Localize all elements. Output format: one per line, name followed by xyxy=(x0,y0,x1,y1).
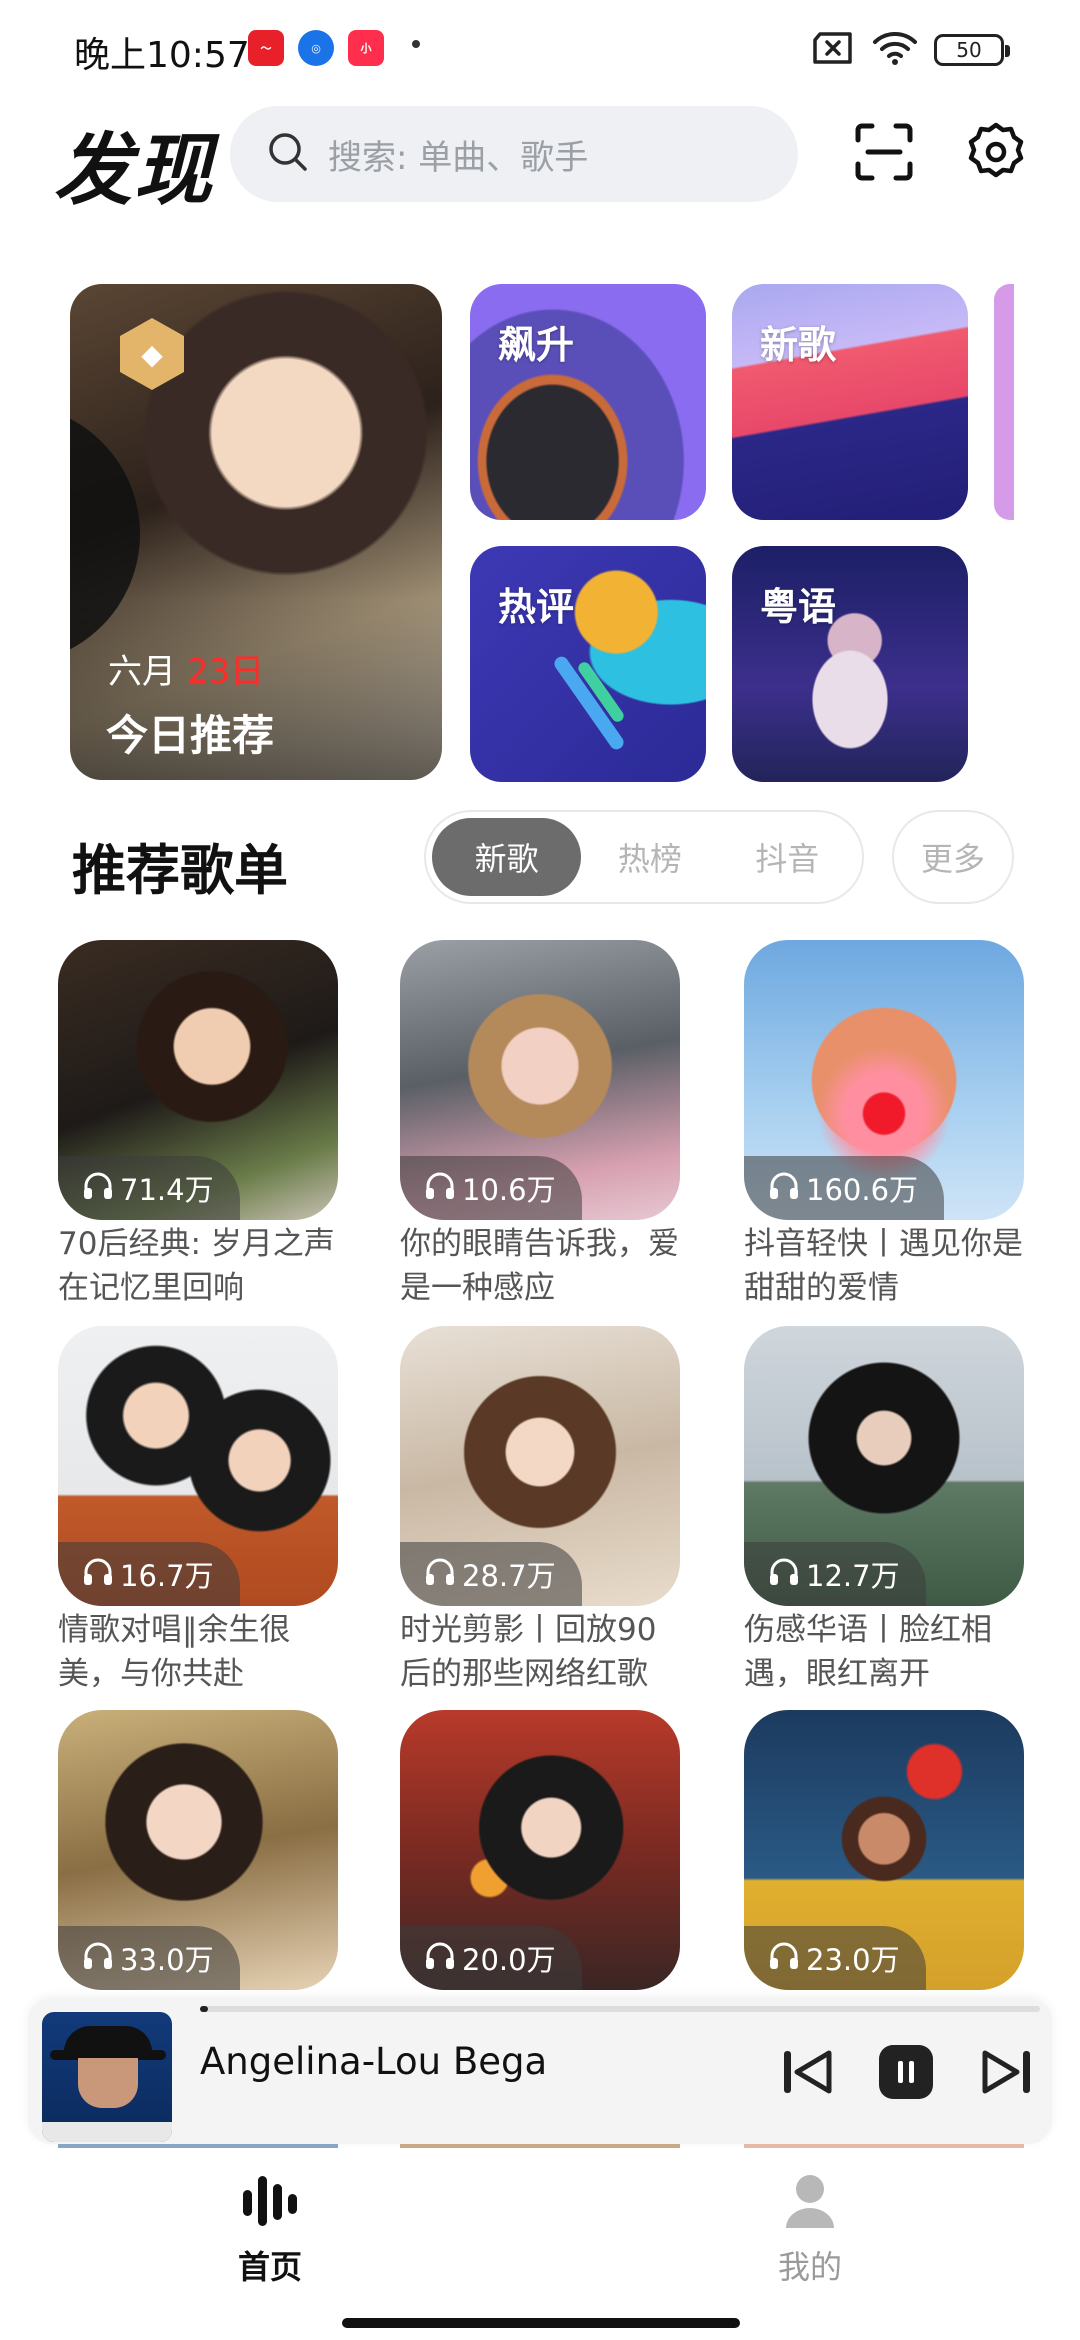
nav-home[interactable]: 首页 xyxy=(190,2172,350,2288)
tab-hot-list[interactable]: 热榜 xyxy=(581,818,718,896)
section-title: 推荐歌单 xyxy=(72,839,288,902)
playlist-cover: 23.0万 xyxy=(744,1710,1024,1990)
scan-button[interactable] xyxy=(848,118,920,190)
playlist-card[interactable]: 71.4万 70后经典: 岁月之声在记忆里回响 xyxy=(58,940,338,1310)
more-notifications-dot xyxy=(412,40,420,48)
more-button[interactable]: 更多 xyxy=(892,810,1014,904)
search-input[interactable]: 搜索: 单曲、歌手 xyxy=(230,106,798,202)
home-equalizer-icon xyxy=(239,2172,301,2234)
headphones-icon xyxy=(424,1556,456,1593)
browser-notification-icon: ◎ xyxy=(298,30,334,66)
play-count: 10.6万 xyxy=(400,1156,582,1220)
music-app-notification-icon: 〜 xyxy=(248,30,284,66)
play-count: 16.7万 xyxy=(58,1542,240,1606)
headphones-icon xyxy=(768,1940,800,1977)
nav-mine-label: 我的 xyxy=(777,2248,842,2286)
previous-button[interactable] xyxy=(778,2044,838,2104)
playlist-cover: 20.0万 xyxy=(400,1710,680,1990)
pause-button[interactable] xyxy=(876,2044,936,2104)
headphones-icon xyxy=(82,1556,114,1593)
page-title: 发现 xyxy=(54,126,215,216)
tab-new-songs[interactable]: 新歌 xyxy=(432,818,582,896)
new-songs-tile[interactable]: 新歌 xyxy=(732,284,968,520)
playlist-title: 伤感华语丨脸红相遇，眼红离开 xyxy=(744,1612,992,1692)
headphones-icon xyxy=(424,1170,456,1207)
daily-recommendation-tile[interactable]: ◆ 六月 23日 今日推荐 xyxy=(70,284,442,780)
playlist-cover: 28.7万 xyxy=(400,1326,680,1606)
pause-icon xyxy=(877,2043,935,2105)
headphones-icon xyxy=(768,1556,800,1593)
nav-mine[interactable]: 我的 xyxy=(730,2172,890,2288)
play-count: 28.7万 xyxy=(400,1542,582,1606)
status-bar: 晚上10:57 〜 ◎ 小 50 xyxy=(0,0,1080,96)
next-button[interactable] xyxy=(976,2044,1036,2104)
skip-previous-icon xyxy=(781,2047,835,2101)
cantonese-tile[interactable]: 粤语 xyxy=(732,546,968,782)
playlist-cover: 10.6万 xyxy=(400,940,680,1220)
scan-icon xyxy=(854,122,914,186)
play-count: 160.6万 xyxy=(744,1156,945,1220)
mini-player[interactable]: Angelina-Lou Bega xyxy=(28,1998,1052,2144)
more-tile-peek[interactable] xyxy=(994,284,1014,520)
playlist-title: 你的眼睛告诉我，爱是一种感应 xyxy=(400,1226,679,1306)
playlist-card[interactable]: 10.6万 你的眼睛告诉我，爱是一种感应 xyxy=(400,940,680,1310)
playlist-card[interactable]: 20.0万 xyxy=(400,1710,680,1990)
playlist-card[interactable]: 12.7万 伤感华语丨脸红相遇，眼红离开 xyxy=(744,1326,1024,1696)
play-count: 23.0万 xyxy=(744,1926,926,1990)
headphones-icon xyxy=(424,1940,456,1977)
playback-progress-fill xyxy=(200,2006,209,2012)
playlist-cover: 160.6万 xyxy=(744,940,1024,1220)
playback-progress[interactable] xyxy=(200,2006,1040,2012)
playlist-card[interactable]: 33.0万 xyxy=(58,1710,338,1990)
tab-douyin[interactable]: 抖音 xyxy=(719,818,856,896)
profile-icon xyxy=(782,2172,838,2234)
playlist-title: 抖音轻快丨遇见你是甜甜的爱情 xyxy=(744,1226,1023,1306)
playlist-cover: 16.7万 xyxy=(58,1326,338,1606)
rising-chart-tile[interactable]: 飙升 xyxy=(470,284,706,520)
headphones-icon xyxy=(82,1940,114,1977)
discovery-tiles: ◆ 六月 23日 今日推荐 飙升 新歌 热评 粤语 xyxy=(0,284,1080,784)
settings-button[interactable] xyxy=(960,118,1032,190)
play-count: 33.0万 xyxy=(58,1926,240,1990)
playlist-card[interactable]: 16.7万 情歌对唱‖余生很美，与你共赴 xyxy=(58,1326,338,1696)
playlist-card[interactable]: 28.7万 时光剪影丨回放90后的那些网络红歌 xyxy=(400,1326,680,1696)
playlist-title: 70后经典: 岁月之声在记忆里回响 xyxy=(58,1226,335,1306)
status-time: 晚上10:57 xyxy=(74,35,250,76)
search-icon xyxy=(266,130,310,178)
hot-comments-tile[interactable]: 热评 xyxy=(470,546,706,782)
daily-date: 六月 23日 xyxy=(108,652,265,692)
wifi-icon xyxy=(872,30,918,70)
headphones-icon xyxy=(82,1170,114,1207)
gesture-home-bar[interactable] xyxy=(342,2318,740,2328)
playlist-cover: 33.0万 xyxy=(58,1710,338,1990)
battery-icon: 50 xyxy=(934,34,1010,66)
gear-icon xyxy=(965,121,1027,187)
play-count: 71.4万 xyxy=(58,1156,240,1220)
daily-label: 今日推荐 xyxy=(106,711,275,760)
search-placeholder: 搜索: 单曲、歌手 xyxy=(328,137,589,178)
bottom-navigation: 首页 我的 xyxy=(0,2148,1080,2286)
playlist-filter-tabs: 新歌 热榜 抖音 xyxy=(424,810,864,904)
diamond-icon: ◆ xyxy=(120,318,184,390)
skip-next-icon xyxy=(979,2047,1033,2101)
playlist-cover: 71.4万 xyxy=(58,940,338,1220)
play-count: 12.7万 xyxy=(744,1542,926,1606)
play-count: 20.0万 xyxy=(400,1926,582,1990)
playlist-card[interactable]: 160.6万 抖音轻快丨遇见你是甜甜的爱情 xyxy=(744,940,1024,1310)
playlist-cover: 12.7万 xyxy=(744,1326,1024,1606)
sim-disabled-icon xyxy=(812,31,856,69)
album-art[interactable] xyxy=(42,2012,172,2142)
playlist-title: 情歌对唱‖余生很美，与你共赴 xyxy=(58,1612,291,1692)
headphones-icon xyxy=(768,1170,800,1207)
playlist-title: 时光剪影丨回放90后的那些网络红歌 xyxy=(400,1612,657,1692)
nav-home-label: 首页 xyxy=(237,2248,302,2286)
xiaohongshu-notification-icon: 小 xyxy=(348,30,384,66)
now-playing-title: Angelina-Lou Bega xyxy=(200,2040,548,2083)
playlist-card[interactable]: 23.0万 xyxy=(744,1710,1024,1990)
